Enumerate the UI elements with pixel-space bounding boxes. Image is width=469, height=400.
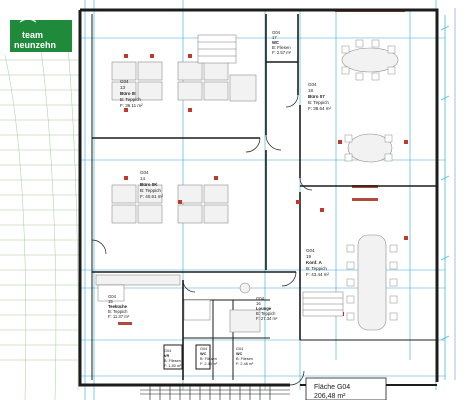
area-summary-box: Fläche G04 206,48 m² xyxy=(305,377,387,400)
room-number: 19 xyxy=(306,254,312,259)
room-code: G04 xyxy=(308,82,317,87)
area-value: 206,48 m² xyxy=(314,393,346,400)
room-area: F: 2.45 m² xyxy=(200,362,218,366)
room-area: F: 2.46 m² xyxy=(236,362,254,366)
room-code: G04 xyxy=(200,347,207,351)
room-area: F: 11.37 m² xyxy=(108,314,130,319)
room-floor: B: Teppich xyxy=(308,100,329,105)
stair-hatch xyxy=(140,385,290,400)
room-code: G04 xyxy=(236,347,243,351)
room-label-14: G04 14 Büro 0K B: Teppich F: 40.61 m² xyxy=(140,170,164,199)
room-code: G04 xyxy=(306,248,315,253)
room-area: F: 43.44 m² xyxy=(306,272,330,277)
team-neunzehn-logo: team neunzehn xyxy=(10,18,72,52)
room-floor: B: Teppich xyxy=(306,266,327,271)
room-number: 13 xyxy=(120,85,126,90)
outside-hatch xyxy=(0,39,80,400)
room-floor: B: Teppich xyxy=(140,188,161,193)
room-area: F: 1.80 m² xyxy=(164,364,182,368)
room-label-wc-b: G04 WC B: Fliesen F: 2.46 m² xyxy=(236,347,254,366)
room-name: Büro 0K xyxy=(140,182,158,187)
room-label-18: G04 18 Büro 07 B: Teppich F: 38.64 m² xyxy=(308,82,332,111)
room-label-vr: G04 VR B: Fliesen F: 1.80 m² xyxy=(164,349,182,368)
room-floor: B: Teppich xyxy=(120,97,141,102)
room-name: WC xyxy=(200,352,207,356)
floor-plan-drawing: team neunzehn G04 13 Büro 0I B: Teppich … xyxy=(0,0,456,400)
room-number: 18 xyxy=(308,88,314,93)
room-name: Büro 0I xyxy=(120,91,136,96)
room-name: Konf. A xyxy=(306,260,323,265)
room-floor: B: Fliesen xyxy=(236,357,253,361)
room-floor: B: Fliesen xyxy=(164,359,181,363)
logo-line1: team xyxy=(22,30,43,40)
area-label: Fläche G04 xyxy=(314,384,350,391)
room-label-wc-a: G04 WC B: Fliesen F: 2.45 m² xyxy=(200,347,218,366)
room-code: G04 xyxy=(140,170,149,175)
room-floor: B: Fliesen xyxy=(200,357,217,361)
floor-plan: team neunzehn G04 13 Büro 0I B: Teppich … xyxy=(0,0,469,400)
room-name: WC xyxy=(236,352,243,356)
room-code: G04 xyxy=(164,349,171,353)
room-label-17: G04 17 WC B: Fliesen F: 2.57 m² xyxy=(272,30,292,55)
room-area: F: 27.34 m² xyxy=(256,316,278,321)
room-area: F: 36.11 m² xyxy=(120,103,143,108)
room-area: F: 2.57 m² xyxy=(272,50,292,55)
room-area: F: 40.61 m² xyxy=(140,194,164,199)
room-label-19: G04 19 Konf. A B: Teppich F: 43.44 m² xyxy=(306,248,330,277)
room-number: 14 xyxy=(140,176,146,181)
room-name: VR xyxy=(164,354,170,358)
room-name: Büro 07 xyxy=(308,94,325,99)
dimension-ticks xyxy=(440,8,456,380)
logo-line2: neunzehn xyxy=(14,40,56,50)
room-area: F: 38.64 m² xyxy=(308,106,332,111)
room-code: G04 xyxy=(120,79,129,84)
